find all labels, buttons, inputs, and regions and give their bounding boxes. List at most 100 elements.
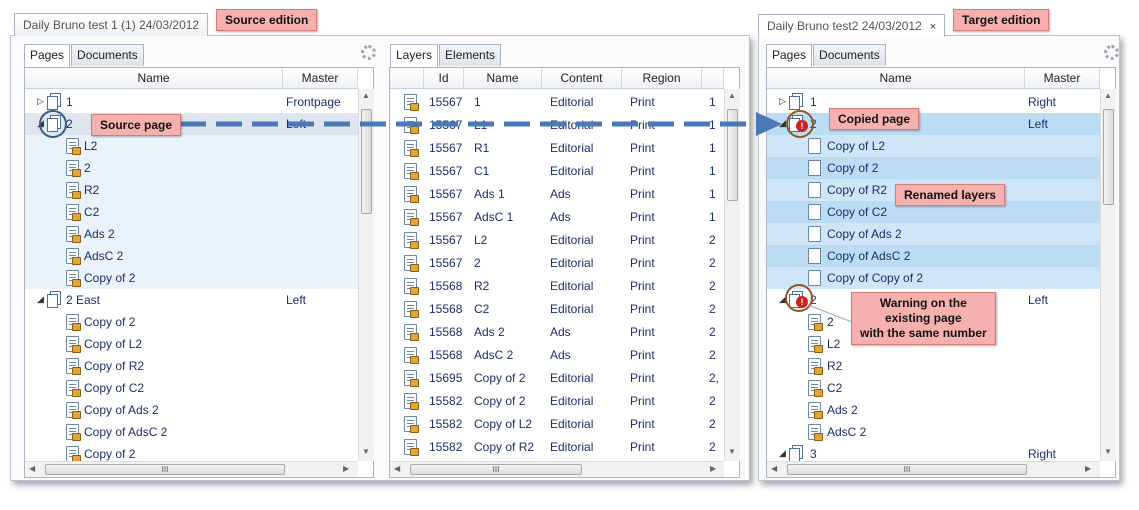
scroll-thumb-horizontal[interactable]: III xyxy=(787,464,1027,475)
scroll-down-arrow-icon[interactable]: ▼ xyxy=(1104,447,1112,456)
tab-pages[interactable]: Pages xyxy=(24,44,71,67)
tab-elements[interactable]: Elements xyxy=(439,44,502,66)
layer-row[interactable]: Copy of Ads 2 xyxy=(767,223,1100,245)
page-row[interactable]: ◢ 2 Left xyxy=(25,113,358,135)
tab-layers[interactable]: Layers xyxy=(390,44,439,67)
table-row[interactable]: 15567 AdsC 1 Ads Print 1 xyxy=(390,206,724,228)
page-row[interactable]: ◢ 2 East Left xyxy=(25,289,358,311)
scroll-up-arrow-icon[interactable]: ▲ xyxy=(1104,91,1112,100)
scroll-thumb[interactable] xyxy=(361,109,372,214)
page-row[interactable]: ▷ 1 Right xyxy=(767,91,1100,113)
settings-gear-icon[interactable] xyxy=(361,45,376,60)
layer-row[interactable]: Copy of R2 xyxy=(25,355,358,377)
target-document-tab[interactable]: Daily Bruno test2 24/03/2012 × xyxy=(758,14,946,37)
layer-row[interactable]: 2 xyxy=(25,157,358,179)
layer-name: Copy of Ads 2 xyxy=(84,403,159,417)
table-row[interactable]: 15567 R1 Editorial Print 1 xyxy=(390,137,724,159)
column-header-id[interactable]: Id xyxy=(424,68,464,88)
scroll-up-arrow-icon[interactable]: ▲ xyxy=(728,91,736,100)
layer-row[interactable]: AdsC 2 xyxy=(767,421,1100,443)
scroll-down-arrow-icon[interactable]: ▼ xyxy=(728,447,736,456)
expand-down-icon[interactable]: ◢ xyxy=(779,448,786,459)
source-vertical-scrollbar[interactable]: ▲ ▼ xyxy=(358,89,374,461)
column-header-region[interactable]: Region xyxy=(622,68,702,88)
table-row[interactable]: 15567 C1 Editorial Print 1 xyxy=(390,160,724,182)
expand-down-icon[interactable]: ◢ xyxy=(779,118,786,129)
tab-documents[interactable]: Documents xyxy=(71,44,144,66)
table-row[interactable]: 15567 2 Editorial Print 2 xyxy=(390,252,724,274)
scroll-thumb-horizontal[interactable]: III xyxy=(45,464,285,475)
layer-row[interactable]: Copy of Ads 2 xyxy=(25,399,358,421)
table-row[interactable]: 15567 1 Editorial Print 1 xyxy=(390,91,724,113)
column-header-content[interactable]: Content xyxy=(542,68,622,88)
layer-row[interactable]: R2 xyxy=(25,179,358,201)
expand-down-icon[interactable]: ◢ xyxy=(37,294,44,305)
close-tab-icon[interactable]: × xyxy=(930,21,936,33)
layer-row[interactable]: Copy of L2 xyxy=(767,135,1100,157)
layer-row[interactable]: R2 xyxy=(767,355,1100,377)
table-row[interactable]: 15582 Copy of R2 Editorial Print 2 xyxy=(390,436,724,458)
tab-documents[interactable]: Documents xyxy=(813,44,886,66)
layer-row[interactable]: Copy of AdsC 2 xyxy=(25,421,358,443)
table-row[interactable]: 15568 Ads 2 Ads Print 2 xyxy=(390,321,724,343)
layer-row[interactable]: Ads 2 xyxy=(25,223,358,245)
layer-row[interactable]: AdsC 2 xyxy=(25,245,358,267)
table-row[interactable]: 15695 Copy of 2 Editorial Print 2, xyxy=(390,367,724,389)
scroll-up-arrow-icon[interactable]: ▲ xyxy=(362,91,370,100)
scroll-right-arrow-icon[interactable]: ▶ xyxy=(710,464,716,473)
expand-right-icon[interactable]: ▷ xyxy=(779,96,786,107)
layer-row[interactable]: Copy of 2 xyxy=(25,311,358,333)
scroll-thumb[interactable] xyxy=(1103,109,1114,205)
layer-row[interactable]: Ads 2 xyxy=(767,399,1100,421)
target-vertical-scrollbar[interactable]: ▲ ▼ xyxy=(1100,89,1116,461)
layer-row[interactable]: Copy of L2 xyxy=(25,333,358,355)
settings-gear-icon[interactable] xyxy=(1104,45,1119,60)
layer-content: Ads xyxy=(550,210,571,224)
column-header-master[interactable]: Master xyxy=(283,68,358,88)
scroll-left-arrow-icon[interactable]: ◀ xyxy=(394,464,400,473)
scroll-down-arrow-icon[interactable]: ▼ xyxy=(362,447,370,456)
target-horizontal-scrollbar[interactable]: ◀ III ▶ xyxy=(767,461,1100,477)
column-header-name[interactable]: Name xyxy=(767,68,1025,88)
scroll-thumb[interactable] xyxy=(727,109,738,201)
source-horizontal-scrollbar[interactable]: ◀ III ▶ xyxy=(25,461,358,477)
expand-down-icon[interactable]: ◢ xyxy=(779,294,786,305)
scroll-thumb-horizontal[interactable]: III xyxy=(410,464,582,475)
column-header-name[interactable]: Name xyxy=(464,68,542,88)
tab-pages[interactable]: Pages xyxy=(766,44,813,67)
column-header-name[interactable]: Name xyxy=(25,68,283,88)
table-row[interactable]: 15567 Ads 1 Ads Print 1 xyxy=(390,183,724,205)
column-header-master[interactable]: Master xyxy=(1025,68,1100,88)
layer-row[interactable]: Copy of C2 xyxy=(25,377,358,399)
table-row[interactable]: 15567 L2 Editorial Print 2 xyxy=(390,229,724,251)
scroll-right-arrow-icon[interactable]: ▶ xyxy=(1085,464,1091,473)
table-row[interactable]: 15582 Copy of L2 Editorial Print 2 xyxy=(390,413,724,435)
expand-right-icon[interactable]: ▷ xyxy=(37,96,44,107)
layer-row[interactable]: Copy of 2 xyxy=(25,267,358,289)
expand-down-icon[interactable]: ◢ xyxy=(37,118,44,129)
table-row[interactable]: 15582 Copy of 2 Editorial Print 2 xyxy=(390,390,724,412)
layer-row[interactable]: C2 xyxy=(767,377,1100,399)
layers-horizontal-scrollbar[interactable]: ◀ III ▶ xyxy=(390,461,724,477)
locked-layer-icon xyxy=(404,324,419,341)
scroll-left-arrow-icon[interactable]: ◀ xyxy=(29,464,35,473)
table-row[interactable]: 15568 R2 Editorial Print 2 xyxy=(390,275,724,297)
layer-row[interactable]: Copy of AdsC 2 xyxy=(767,245,1100,267)
page-row[interactable]: ▷ 1 Frontpage xyxy=(25,91,358,113)
scroll-left-arrow-icon[interactable]: ◀ xyxy=(771,464,777,473)
table-row[interactable]: 15568 AdsC 2 Ads Print 2 xyxy=(390,344,724,366)
locked-layer-icon xyxy=(404,278,419,295)
scroll-right-arrow-icon[interactable]: ▶ xyxy=(343,464,349,473)
table-row[interactable]: 15567 L1 Editorial Print 1 xyxy=(390,114,724,136)
layers-vertical-scrollbar[interactable]: ▲ ▼ xyxy=(724,89,740,461)
layer-row[interactable]: L2 xyxy=(25,135,358,157)
layer-id: 15568 xyxy=(429,302,463,316)
layer-id: 15582 xyxy=(429,440,463,454)
table-row[interactable]: 15568 C2 Editorial Print 2 xyxy=(390,298,724,320)
source-document-tab[interactable]: Daily Bruno test 1 (1) 24/03/2012 xyxy=(14,13,209,36)
layer-id: 15582 xyxy=(429,394,463,408)
page-row[interactable]: ◢! 2 Left xyxy=(767,113,1100,135)
layer-row[interactable]: Copy of 2 xyxy=(767,157,1100,179)
layer-row[interactable]: C2 xyxy=(25,201,358,223)
layer-row[interactable]: Copy of Copy of 2 xyxy=(767,267,1100,289)
